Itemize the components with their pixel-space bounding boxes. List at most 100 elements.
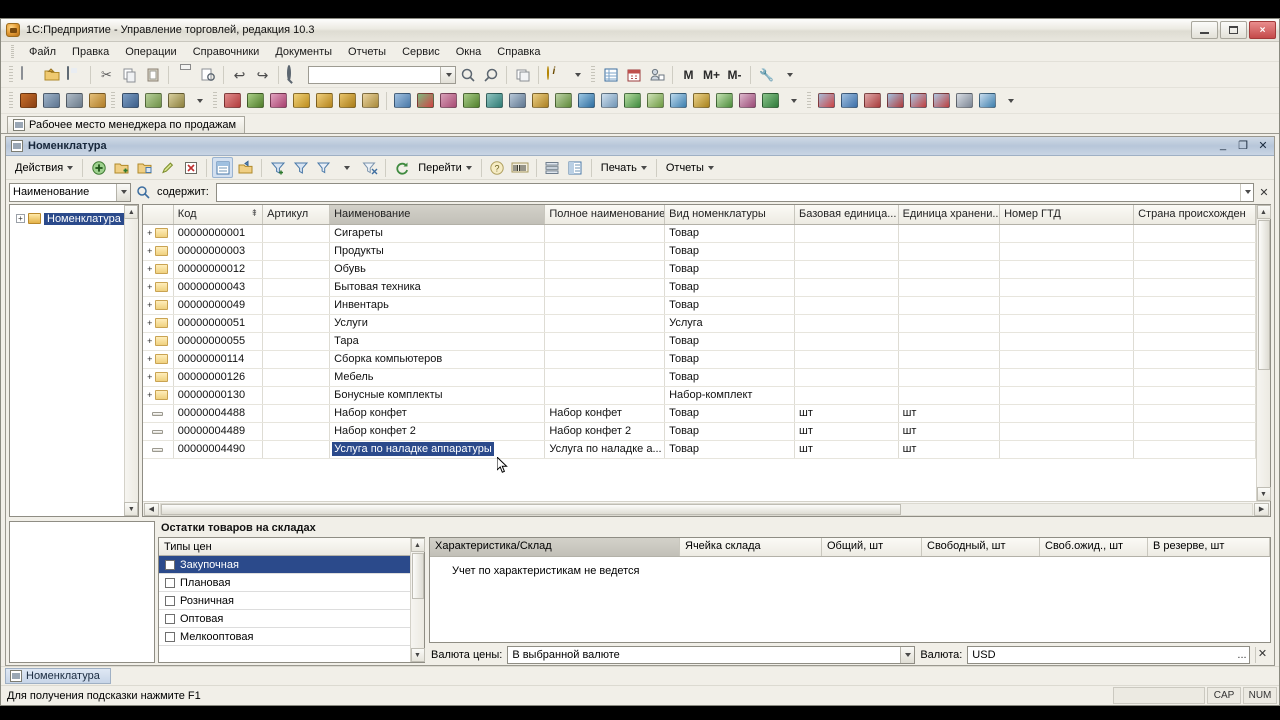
- client-c-icon[interactable]: [862, 90, 883, 111]
- filter-field-select[interactable]: Наименование: [9, 182, 131, 202]
- contains-input[interactable]: [215, 182, 1254, 202]
- order-icon[interactable]: [268, 90, 289, 111]
- list-settings-icon[interactable]: [542, 157, 563, 178]
- add-doc-icon[interactable]: [622, 90, 643, 111]
- redo-icon[interactable]: ↪: [252, 64, 273, 85]
- return-icon[interactable]: [553, 90, 574, 111]
- row-item-icon[interactable]: [142, 440, 174, 459]
- characteristics-column-header[interactable]: Характеристика/Склад: [430, 538, 680, 556]
- row-folder-icon[interactable]: +: [142, 386, 174, 405]
- coins-icon[interactable]: [337, 90, 358, 111]
- doc-green-icon[interactable]: [461, 90, 482, 111]
- doc-pink-icon[interactable]: [438, 90, 459, 111]
- add-button[interactable]: [88, 157, 109, 178]
- doc-tab-sales-manager-workspace[interactable]: Рабочее место менеджера по продажам: [7, 116, 246, 133]
- find-icon[interactable]: [284, 64, 305, 85]
- hierarchy-view-button[interactable]: [212, 157, 234, 178]
- menu-item-help[interactable]: Справка: [489, 44, 548, 60]
- client-d-icon[interactable]: [885, 90, 906, 111]
- menu-item-documents[interactable]: Документы: [267, 44, 340, 60]
- actions-menu-button[interactable]: Действия: [10, 158, 78, 178]
- currency-price-select[interactable]: В выбранной валюте: [507, 645, 916, 664]
- price-type-checkbox[interactable]: [165, 613, 175, 624]
- help-circle-icon[interactable]: ?: [487, 157, 508, 178]
- coins-doc-icon[interactable]: [691, 90, 712, 111]
- currency-input[interactable]: USD ...: [967, 645, 1250, 664]
- column-header-country[interactable]: Страна происхожден: [1133, 205, 1257, 225]
- close-filter-icon[interactable]: ✕: [1257, 183, 1271, 202]
- refresh-doc-icon[interactable]: [599, 90, 620, 111]
- chevron-down-icon[interactable]: [336, 157, 357, 178]
- close-button[interactable]: ×: [1249, 21, 1276, 39]
- person-doc-icon[interactable]: [737, 90, 758, 111]
- wrench-icon[interactable]: 🔧: [756, 64, 777, 85]
- column-header-icon[interactable]: [142, 205, 174, 225]
- taskbar-button-nomenclature[interactable]: Номенклатура: [5, 668, 111, 684]
- menu-item-edit[interactable]: Правка: [64, 44, 117, 60]
- nomenclature-restore-button[interactable]: ❐: [1236, 139, 1250, 152]
- chevron-down-icon[interactable]: [783, 90, 804, 111]
- price-type-checkbox[interactable]: [165, 559, 175, 570]
- menu-item-reports[interactable]: Отчеты: [340, 44, 394, 60]
- table-row[interactable]: +00000000049 Инвентарь Товар: [142, 296, 1257, 315]
- find-next-icon[interactable]: [457, 64, 478, 85]
- warehouse-icon[interactable]: [507, 90, 528, 111]
- maximize-button[interactable]: [1220, 21, 1247, 39]
- purchase-red-icon[interactable]: [222, 90, 243, 111]
- price-type-row[interactable]: Плановая: [159, 574, 410, 592]
- doc-teal-icon[interactable]: [484, 90, 505, 111]
- signature-icon[interactable]: [166, 90, 187, 111]
- filter-by-value-button[interactable]: [290, 157, 311, 178]
- table-row[interactable]: +00000000003 Продукты Товар: [142, 242, 1257, 261]
- sales-green-icon[interactable]: [245, 90, 266, 111]
- scroll-down-icon[interactable]: ▼: [1256, 487, 1271, 501]
- clear-currency-button[interactable]: ✕: [1255, 646, 1269, 663]
- tree-node-nomenclature[interactable]: + Номенклатура: [16, 211, 124, 226]
- scroll-thumb[interactable]: [160, 503, 901, 515]
- scroll-up-icon[interactable]: ▲: [124, 205, 139, 219]
- column-header-fullname[interactable]: Полное наименование: [544, 205, 666, 225]
- nomenclature-minimize-button[interactable]: _: [1216, 139, 1230, 152]
- cash-icon[interactable]: [314, 90, 335, 111]
- price-type-row[interactable]: Розничная: [159, 592, 410, 610]
- column-header-storeunit[interactable]: Единица хранени...: [898, 205, 1001, 225]
- characteristics-column-header[interactable]: В резерве, шт: [1148, 538, 1270, 556]
- nomenclature-close-button[interactable]: ✕: [1256, 139, 1270, 152]
- percent-doc-icon[interactable]: [714, 90, 735, 111]
- table-layout-icon[interactable]: [143, 90, 164, 111]
- chevron-down-icon[interactable]: [567, 64, 588, 85]
- row-folder-icon[interactable]: +: [142, 296, 174, 315]
- menu-item-operations[interactable]: Операции: [117, 44, 184, 60]
- copy-button[interactable]: [134, 157, 155, 178]
- edit-button[interactable]: [157, 157, 178, 178]
- scroll-left-icon[interactable]: ◀: [143, 502, 159, 516]
- row-folder-icon[interactable]: +: [142, 278, 174, 297]
- minimize-button[interactable]: [1191, 21, 1218, 39]
- price-type-row[interactable]: Оптовая: [159, 610, 410, 628]
- print-preview-icon[interactable]: [197, 64, 218, 85]
- row-item-icon[interactable]: [142, 404, 174, 423]
- register-icon[interactable]: [41, 90, 62, 111]
- menu-item-windows[interactable]: Окна: [448, 44, 490, 60]
- table-row[interactable]: +00000000130 Бонусные комплекты Набор-комп…: [142, 386, 1257, 405]
- report-print-icon[interactable]: [64, 90, 85, 111]
- new-document-icon[interactable]: [18, 64, 39, 85]
- client-f-icon[interactable]: [931, 90, 952, 111]
- memory-recall-button[interactable]: M: [678, 64, 699, 85]
- save-icon[interactable]: [64, 64, 85, 85]
- column-header-baseunit[interactable]: Базовая единица...: [794, 205, 899, 225]
- table-row[interactable]: +00000000001 Сигареты Товар: [142, 224, 1257, 243]
- doc-blue-icon[interactable]: [392, 90, 413, 111]
- search-input[interactable]: [308, 65, 456, 84]
- client-e-icon[interactable]: [908, 90, 929, 111]
- payment-icon[interactable]: [360, 90, 381, 111]
- report-doc-icon[interactable]: [954, 90, 975, 111]
- user-list-icon[interactable]: [646, 64, 667, 85]
- check-doc-icon[interactable]: [668, 90, 689, 111]
- print-icon[interactable]: [174, 64, 195, 85]
- filter-set-button[interactable]: [267, 157, 288, 178]
- move-to-group-button[interactable]: [235, 157, 256, 178]
- row-folder-icon[interactable]: +: [142, 368, 174, 387]
- scroll-up-icon[interactable]: ▲: [1256, 205, 1271, 219]
- menu-item-file[interactable]: Файл: [21, 44, 64, 60]
